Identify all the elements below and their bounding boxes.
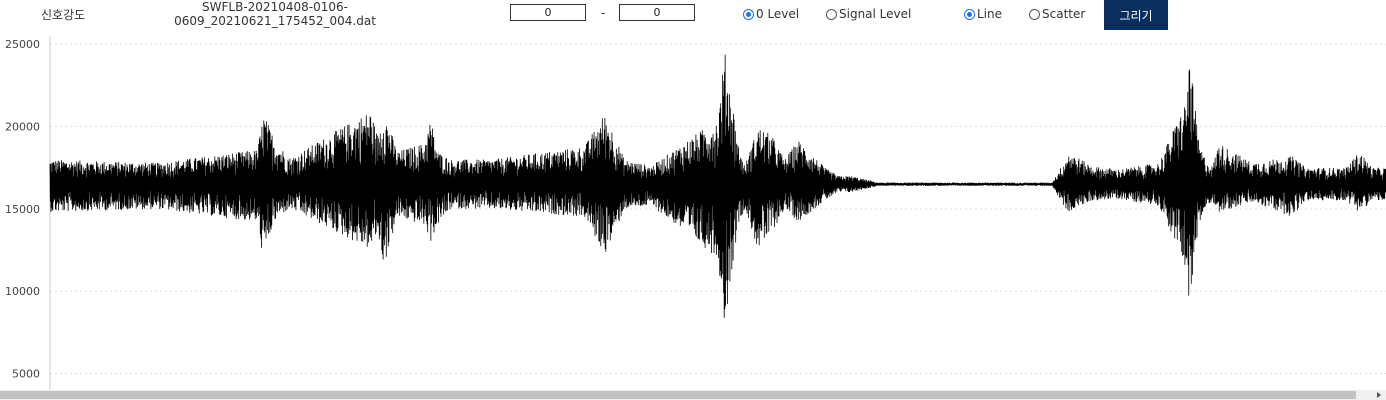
chart-svg: 5000 10000 15000 20000 25000: [5, 36, 1386, 390]
y-tick-label: 10000: [5, 285, 40, 298]
signal-chart: 5000 10000 15000 20000 25000: [0, 36, 1386, 390]
horizontal-scrollbar[interactable]: [0, 390, 1386, 400]
signal-level-radio[interactable]: Signal Level: [826, 6, 911, 22]
signal-strength-label: 신호강도: [41, 8, 86, 22]
radio-unselected-icon[interactable]: [826, 8, 837, 20]
y-tick-label: 25000: [5, 38, 40, 51]
file-name-line1: SWFLB-20210408-0106-: [202, 0, 348, 14]
y-tick-label: 20000: [5, 121, 40, 134]
radio-selected-icon[interactable]: [743, 8, 754, 20]
scrollbar-thumb[interactable]: [0, 391, 1356, 399]
scroll-right-arrow-icon[interactable]: [1374, 391, 1384, 399]
range-separator: -: [601, 6, 606, 20]
range-end-input[interactable]: [619, 4, 695, 21]
toolbar: 신호강도 SWFLB-20210408-0106- 0609_20210621_…: [0, 0, 1386, 36]
line-label: Line: [977, 7, 1003, 21]
signal-waveform: [49, 54, 1386, 318]
signal-level-label: Signal Level: [839, 7, 912, 21]
radio-selected-icon[interactable]: [964, 8, 975, 20]
draw-button[interactable]: 그리기: [1104, 0, 1168, 30]
range-start-input[interactable]: [510, 4, 586, 21]
line-radio[interactable]: Line: [964, 6, 1002, 22]
zero-level-radio[interactable]: 0 Level: [743, 6, 799, 22]
y-tick-label: 15000: [5, 203, 40, 216]
file-name-line2: 0609_20210621_175452_004.dat: [174, 14, 376, 28]
zero-level-label: 0 Level: [756, 7, 800, 21]
scatter-radio[interactable]: Scatter: [1029, 6, 1085, 22]
file-name: SWFLB-20210408-0106- 0609_20210621_17545…: [150, 0, 400, 28]
radio-unselected-icon[interactable]: [1029, 8, 1040, 20]
y-tick-label: 5000: [12, 368, 40, 381]
scatter-label: Scatter: [1042, 7, 1086, 21]
